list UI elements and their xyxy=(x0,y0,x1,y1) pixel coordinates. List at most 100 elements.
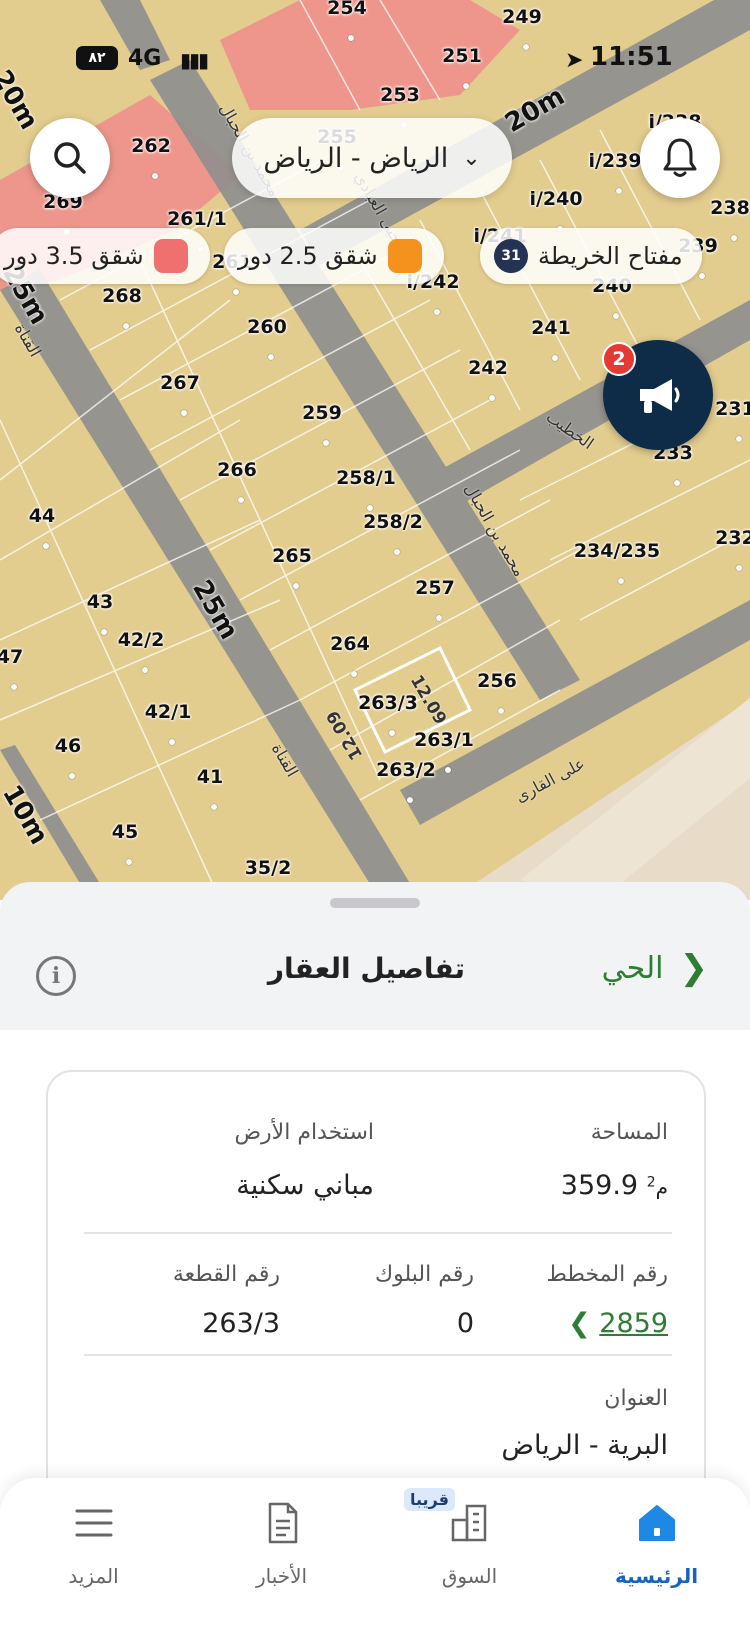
plot-number-label[interactable]: 45 xyxy=(112,821,138,843)
plot-marker-dot xyxy=(407,797,413,803)
area-value: 359.9 م2 xyxy=(561,1170,668,1201)
plot-marker-dot xyxy=(613,313,619,319)
network-type: 4G xyxy=(128,46,162,71)
plot-number-label[interactable]: 268 xyxy=(102,285,142,307)
legend-chip-orange[interactable]: شقق 2.5 دور xyxy=(224,228,444,284)
plot-number-label[interactable]: 258/2 xyxy=(363,511,423,533)
plot-number-label[interactable]: 257 xyxy=(415,577,455,599)
plot-number-label[interactable]: 253 xyxy=(380,84,420,106)
plot-marker-dot xyxy=(101,629,107,635)
plot-number-label: رقم القطعة xyxy=(172,1262,280,1287)
tab-more[interactable]: المزيد xyxy=(0,1478,187,1630)
plot-marker-dot xyxy=(434,309,440,315)
status-time: 11:51 xyxy=(590,42,673,72)
tab-news-label: الأخبار xyxy=(255,1564,308,1588)
legend-label: شقق 2.5 دور xyxy=(238,242,378,270)
plot-number-label[interactable]: 47 xyxy=(0,646,23,668)
plot-number-label[interactable]: 254 xyxy=(327,0,367,19)
plot-number-label[interactable]: 259 xyxy=(302,402,342,424)
chevron-down-icon: ⌄ xyxy=(462,145,481,171)
plot-marker-dot xyxy=(123,323,129,329)
tab-market-label: السوق xyxy=(441,1564,498,1588)
plot-number-label[interactable]: 242 xyxy=(468,357,508,379)
plot-number-label[interactable]: 238 xyxy=(710,197,750,219)
plot-marker-dot xyxy=(463,83,469,89)
menu-icon xyxy=(71,1500,117,1546)
plot-number-label[interactable]: 42/2 xyxy=(118,629,165,651)
tab-home[interactable]: الرئيسية xyxy=(563,1478,750,1630)
plot-marker-dot xyxy=(211,804,217,810)
tab-news[interactable]: الأخبار xyxy=(188,1478,375,1630)
plot-number-label[interactable]: 264 xyxy=(330,633,370,655)
legend-chip-red[interactable]: شقق 3.5 دور xyxy=(0,228,210,284)
district-link-label: الحي xyxy=(601,950,664,986)
plot-number-label[interactable]: 256 xyxy=(477,670,517,692)
plot-marker-dot xyxy=(11,684,17,690)
plot-marker-dot xyxy=(618,578,624,584)
map-key-label: مفتاح الخريطة xyxy=(538,242,683,270)
search-button[interactable] xyxy=(30,118,110,198)
plot-number-label[interactable]: 263/3 xyxy=(358,692,418,714)
plot-number-label[interactable]: 263/1 xyxy=(414,729,474,751)
plot-number-label[interactable]: 265 xyxy=(272,545,312,567)
plot-marker-dot xyxy=(736,565,742,571)
coming-soon-badge: قريبا xyxy=(404,1488,455,1511)
plot-marker-dot xyxy=(394,549,400,555)
divider xyxy=(84,1354,672,1356)
plot-number-label[interactable]: 43 xyxy=(87,591,113,613)
plot-number-label[interactable]: 263/2 xyxy=(376,759,436,781)
info-icon[interactable]: i xyxy=(36,956,76,996)
search-icon xyxy=(54,142,86,174)
plot-number-label[interactable]: 249 xyxy=(502,6,542,28)
city-selector-label: الرياض - الرياض xyxy=(263,142,449,174)
divider xyxy=(84,1232,672,1234)
document-icon xyxy=(259,1500,305,1546)
plot-number-value: 263/3 xyxy=(202,1308,280,1339)
address-label: العنوان xyxy=(604,1386,668,1411)
plot-number-label[interactable]: 41 xyxy=(197,766,223,788)
location-arrow-icon: ➤ xyxy=(565,48,584,73)
plot-number-label[interactable]: 231 xyxy=(715,398,750,420)
map-key-count: 31 xyxy=(494,239,528,273)
battery-indicator: ٨٢ xyxy=(76,46,118,70)
map-view[interactable]: 254249251253255262269261/126126826026725… xyxy=(0,0,750,900)
plot-marker-dot xyxy=(43,543,49,549)
plot-marker-dot xyxy=(348,35,354,41)
plot-number-label[interactable]: 241 xyxy=(531,317,571,339)
area-unit-sup: 2 xyxy=(646,1174,656,1191)
plot-number-label[interactable]: i/239 xyxy=(588,150,641,172)
plot-number-label[interactable]: 234/235 xyxy=(574,540,660,562)
sheet-title: تفاصيل العقار xyxy=(267,952,465,985)
tab-home-label: الرئيسية xyxy=(614,1564,699,1588)
sheet-drag-handle[interactable] xyxy=(330,898,420,908)
district-link[interactable]: الحي ❯ xyxy=(602,948,708,988)
plan-number-link[interactable]: ❮ 2859 xyxy=(560,1308,668,1339)
plot-marker-dot xyxy=(351,671,357,677)
plot-number-label[interactable]: 262 xyxy=(131,135,171,157)
plot-number-label[interactable]: 258/1 xyxy=(336,467,396,489)
area-unit-text: م xyxy=(655,1175,668,1199)
area-unit: م2 xyxy=(646,1174,668,1199)
plot-number-label[interactable]: 42/1 xyxy=(145,701,192,723)
plot-number-label[interactable]: 261/1 xyxy=(167,208,227,230)
plot-marker-dot xyxy=(674,480,680,486)
map-key-chip[interactable]: 31 مفتاح الخريطة xyxy=(480,228,702,284)
plot-number-label[interactable]: 232 xyxy=(715,527,750,549)
plot-number-label[interactable]: 46 xyxy=(55,735,81,757)
notifications-button[interactable] xyxy=(640,118,720,198)
plot-marker-dot xyxy=(731,235,737,241)
plot-marker-dot xyxy=(436,615,442,621)
plot-number-label[interactable]: 44 xyxy=(29,505,55,527)
area-number: 359.9 xyxy=(560,1170,639,1201)
plot-number-label[interactable]: i/240 xyxy=(529,188,582,210)
plot-marker-dot xyxy=(736,436,742,442)
address-value: البرية - الرياض xyxy=(501,1430,668,1461)
city-selector[interactable]: الرياض - الرياض ⌄ xyxy=(232,118,512,198)
land-use-value: مباني سكنية xyxy=(236,1170,374,1201)
plot-number-label[interactable]: 35/2 xyxy=(245,857,292,879)
plot-number-label[interactable]: 267 xyxy=(160,372,200,394)
legend-swatch-orange xyxy=(387,239,422,273)
plot-marker-dot xyxy=(238,497,244,503)
plot-number-label[interactable]: 260 xyxy=(247,316,287,338)
plot-number-label[interactable]: 266 xyxy=(217,459,257,481)
